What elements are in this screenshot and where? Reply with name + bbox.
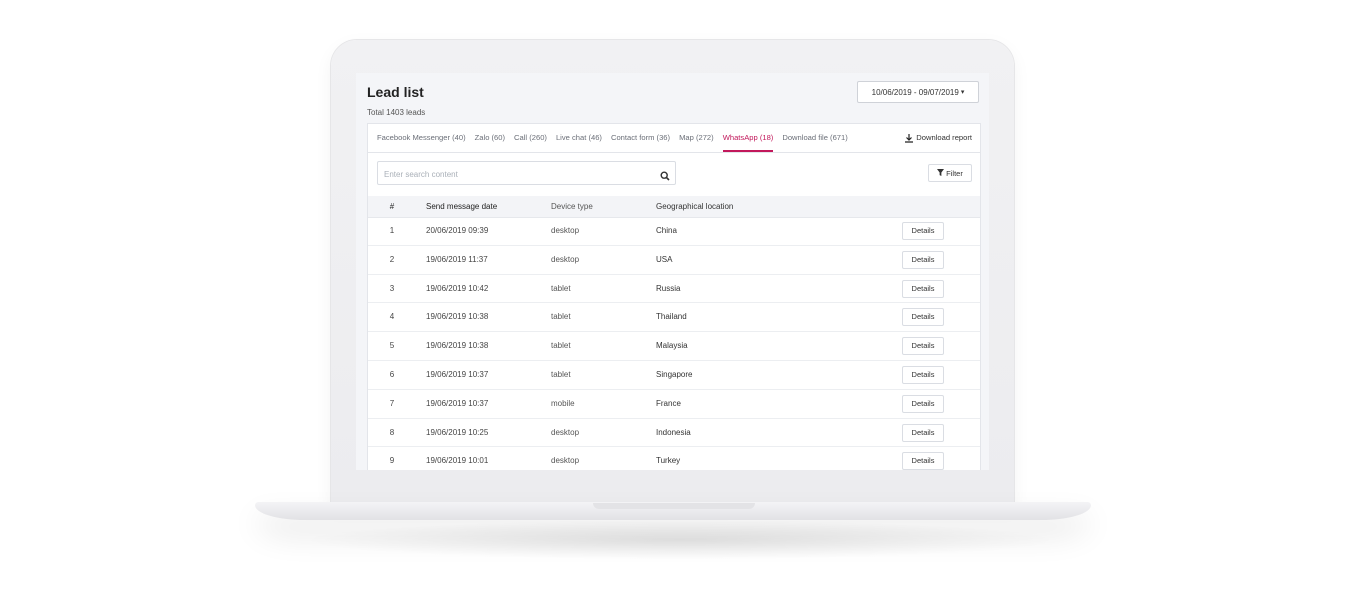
send-message-date: 19/06/2019 10:25 xyxy=(426,427,489,437)
table-row: 5 19/06/2019 10:38 tablet Malaysia Details xyxy=(368,332,980,361)
geographical-location: China xyxy=(656,226,677,235)
row-number: 4 xyxy=(389,312,395,322)
table-row: 8 19/06/2019 10:25 desktop Indonesia Details xyxy=(368,419,980,448)
tab-whatsapp[interactable]: WhatsApp (18) xyxy=(722,124,774,152)
row-number: 6 xyxy=(389,369,395,379)
device-type: tablet xyxy=(551,369,571,379)
send-message-date: 19/06/2019 10:42 xyxy=(426,283,489,293)
details-button[interactable]: Details xyxy=(902,423,944,442)
table-row: 7 19/06/2019 10:37 mobile France Details xyxy=(368,390,980,419)
send-message-date: 19/06/2019 10:38 xyxy=(426,312,489,322)
table-row: 1 20/06/2019 09:39 desktop China Details xyxy=(368,217,980,246)
device-type: tablet xyxy=(551,283,571,293)
date-range-label: 10/06/2019 - 09/07/2019 xyxy=(871,87,959,97)
row-number: 1 xyxy=(389,226,395,235)
table-row: 6 19/06/2019 10:37 tablet Singapore Details xyxy=(368,361,980,390)
laptop-shadow xyxy=(300,520,1060,560)
device-type: desktop xyxy=(551,427,580,437)
row-number: 2 xyxy=(389,254,395,264)
details-button[interactable]: Details xyxy=(902,452,944,470)
send-message-date: 20/06/2019 09:39 xyxy=(426,226,489,235)
tab-call[interactable]: Call (260) xyxy=(514,124,547,152)
device-type: desktop xyxy=(551,456,580,466)
send-message-date: 19/06/2019 10:38 xyxy=(426,341,489,351)
send-message-date: 19/06/2019 10:01 xyxy=(426,456,489,466)
details-button[interactable]: Details xyxy=(902,308,944,327)
geographical-location: Indonesia xyxy=(656,427,691,437)
filter-button[interactable]: Filter xyxy=(928,164,972,182)
search-box xyxy=(377,161,676,186)
tab-facebook-messenger[interactable]: Facebook Messenger (40) xyxy=(377,124,466,152)
lead-panel: Facebook Messenger (40) Zalo (60) Call (26… xyxy=(367,123,981,470)
download-icon xyxy=(904,133,914,143)
page-title: Lead list xyxy=(367,84,424,100)
download-report-label: Download report xyxy=(916,133,972,142)
search-input[interactable] xyxy=(378,162,656,186)
row-number: 7 xyxy=(389,398,395,408)
caret-down-icon: ▾ xyxy=(960,89,965,96)
tab-download-file[interactable]: Download file (671) xyxy=(782,124,847,152)
geographical-location: Turkey xyxy=(656,456,681,466)
device-type: mobile xyxy=(551,398,575,408)
tab-live-chat[interactable]: Live chat (46) xyxy=(556,124,602,152)
date-range-picker[interactable]: 10/06/2019 - 09/07/2019 ▾ xyxy=(857,81,979,103)
details-button[interactable]: Details xyxy=(902,365,944,384)
app-screen: Lead list Total 1403 leads 10/06/2019 - … xyxy=(356,73,989,470)
geographical-location: USA xyxy=(656,254,673,264)
details-button[interactable]: Details xyxy=(902,394,944,413)
geographical-location: Russia xyxy=(656,283,681,293)
table-row: 2 19/06/2019 11:37 desktop USA Details xyxy=(368,246,980,275)
table-row: 4 19/06/2019 10:38 tablet Thailand Details xyxy=(368,303,980,333)
geographical-location: France xyxy=(656,398,681,408)
geographical-location: Singapore xyxy=(656,369,693,379)
column-header-device: Device type xyxy=(551,202,593,211)
table-header: # Send message date Device type Geograph… xyxy=(368,196,980,218)
page-subtitle: Total 1403 leads xyxy=(367,108,426,117)
send-message-date: 19/06/2019 11:37 xyxy=(426,254,488,264)
channel-tabs: Facebook Messenger (40) Zalo (60) Call (26… xyxy=(368,124,980,153)
row-number: 8 xyxy=(389,427,395,437)
column-header-location: Geographical location xyxy=(656,202,734,211)
device-type: desktop xyxy=(551,254,580,264)
row-number: 3 xyxy=(389,283,395,293)
geographical-location: Malaysia xyxy=(656,341,688,351)
filter-icon xyxy=(937,168,945,178)
details-button[interactable]: Details xyxy=(902,279,944,298)
table-row: 9 19/06/2019 10:01 desktop Turkey Details xyxy=(368,447,980,470)
device-type: tablet xyxy=(551,312,571,322)
tab-contact-form[interactable]: Contact form (36) xyxy=(611,124,670,152)
send-message-date: 19/06/2019 10:37 xyxy=(426,398,489,408)
geographical-location: Thailand xyxy=(656,312,687,322)
table-row: 3 19/06/2019 10:42 tablet Russia Details xyxy=(368,275,980,304)
column-header-date: Send message date xyxy=(426,202,498,211)
download-report-button[interactable]: Download report xyxy=(904,124,972,152)
laptop-notch xyxy=(593,503,755,509)
tab-zalo[interactable]: Zalo (60) xyxy=(475,124,505,152)
details-button[interactable]: Details xyxy=(902,250,944,269)
column-header-number: # xyxy=(389,202,395,211)
filter-label: Filter xyxy=(946,168,963,178)
row-number: 5 xyxy=(389,341,395,351)
device-type: desktop xyxy=(551,226,580,235)
send-message-date: 19/06/2019 10:37 xyxy=(426,369,489,379)
device-type: tablet xyxy=(551,341,571,351)
details-button[interactable]: Details xyxy=(902,337,944,356)
details-button[interactable]: Details xyxy=(902,222,944,240)
tab-map[interactable]: Map (272) xyxy=(679,124,714,152)
search-icon[interactable] xyxy=(660,168,670,186)
row-number: 9 xyxy=(389,456,395,466)
table-body: 1 20/06/2019 09:39 desktop China Details 2 19/… xyxy=(368,217,980,470)
